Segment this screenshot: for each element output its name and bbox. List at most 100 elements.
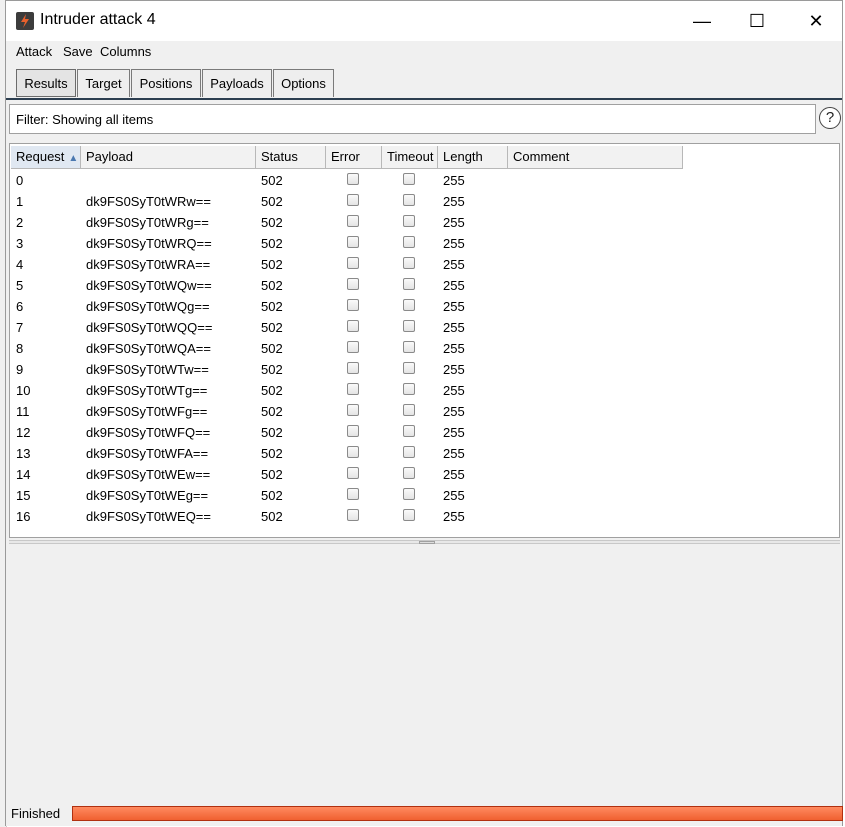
cell-payload: dk9FS0SyT0tWQQ== bbox=[86, 320, 213, 335]
table-row[interactable]: 1 dk9FS0SyT0tWRw== 502 255 bbox=[11, 191, 683, 212]
error-checkbox bbox=[347, 341, 359, 353]
error-checkbox bbox=[347, 257, 359, 269]
maximize-button[interactable]: ☐ bbox=[735, 9, 779, 33]
cell-payload: dk9FS0SyT0tWRQ== bbox=[86, 236, 212, 251]
cell-status: 502 bbox=[261, 341, 283, 356]
cell-payload: dk9FS0SyT0tWQw== bbox=[86, 278, 212, 293]
table-row[interactable]: 16 dk9FS0SyT0tWEQ== 502 255 bbox=[11, 506, 683, 527]
cell-status: 502 bbox=[261, 467, 283, 482]
table-row[interactable]: 6 dk9FS0SyT0tWQg== 502 255 bbox=[11, 296, 683, 317]
cell-status: 502 bbox=[261, 425, 283, 440]
error-checkbox bbox=[347, 467, 359, 479]
column-header-status[interactable]: Status bbox=[256, 146, 326, 169]
cell-payload: dk9FS0SyT0tWFA== bbox=[86, 446, 209, 461]
cell-status: 502 bbox=[261, 446, 283, 461]
cell-payload: dk9FS0SyT0tWEw== bbox=[86, 467, 211, 482]
table-row[interactable]: 11 dk9FS0SyT0tWFg== 502 255 bbox=[11, 401, 683, 422]
table-row[interactable]: 2 dk9FS0SyT0tWRg== 502 255 bbox=[11, 212, 683, 233]
timeout-checkbox bbox=[403, 404, 415, 416]
cell-status: 502 bbox=[261, 362, 283, 377]
tab-options[interactable]: Options bbox=[273, 69, 334, 97]
split-pane-divider[interactable] bbox=[9, 540, 840, 544]
error-checkbox bbox=[347, 425, 359, 437]
table-row[interactable]: 3 dk9FS0SyT0tWRQ== 502 255 bbox=[11, 233, 683, 254]
timeout-checkbox bbox=[403, 257, 415, 269]
table-row[interactable]: 12 dk9FS0SyT0tWFQ== 502 255 bbox=[11, 422, 683, 443]
cell-status: 502 bbox=[261, 278, 283, 293]
error-checkbox bbox=[347, 404, 359, 416]
cell-request: 12 bbox=[16, 425, 31, 440]
column-header-request[interactable]: Request ▲ bbox=[11, 146, 81, 169]
cell-payload: dk9FS0SyT0tWEQ== bbox=[86, 509, 211, 524]
cell-length: 255 bbox=[443, 362, 465, 377]
tab-target[interactable]: Target bbox=[77, 69, 130, 97]
cell-payload: dk9FS0SyT0tWRg== bbox=[86, 215, 209, 230]
timeout-checkbox bbox=[403, 488, 415, 500]
cell-status: 502 bbox=[261, 215, 283, 230]
cell-request: 2 bbox=[16, 215, 24, 230]
cell-status: 502 bbox=[261, 173, 283, 188]
cell-request: 9 bbox=[16, 362, 24, 377]
timeout-checkbox bbox=[403, 383, 415, 395]
cell-length: 255 bbox=[443, 257, 465, 272]
cell-request: 3 bbox=[16, 236, 24, 251]
timeout-checkbox bbox=[403, 362, 415, 374]
column-header-payload[interactable]: Payload bbox=[81, 146, 256, 169]
cell-request: 7 bbox=[16, 320, 24, 335]
menu-attack[interactable]: Attack bbox=[16, 44, 52, 59]
error-checkbox bbox=[347, 488, 359, 500]
table-row[interactable]: 5 dk9FS0SyT0tWQw== 502 255 bbox=[11, 275, 683, 296]
table-row[interactable]: 13 dk9FS0SyT0tWFA== 502 255 bbox=[11, 443, 683, 464]
filter-bar[interactable]: Filter: Showing all items bbox=[9, 104, 816, 134]
cell-status: 502 bbox=[261, 236, 283, 251]
cell-request: 11 bbox=[16, 404, 30, 419]
timeout-checkbox bbox=[403, 299, 415, 311]
tab-payloads[interactable]: Payloads bbox=[202, 69, 272, 97]
error-checkbox bbox=[347, 278, 359, 290]
cell-request: 5 bbox=[16, 278, 24, 293]
cell-length: 255 bbox=[443, 194, 465, 209]
cell-length: 255 bbox=[443, 215, 465, 230]
progress-fill bbox=[73, 807, 842, 820]
table-row[interactable]: 0 502 255 bbox=[11, 170, 683, 191]
menu-bar: Attack Save Columns bbox=[6, 41, 842, 64]
tab-results[interactable]: Results bbox=[16, 69, 76, 97]
table-row[interactable]: 4 dk9FS0SyT0tWRA== 502 255 bbox=[11, 254, 683, 275]
column-header-comment[interactable]: Comment bbox=[508, 146, 683, 169]
cell-payload: dk9FS0SyT0tWRA== bbox=[86, 257, 211, 272]
cell-length: 255 bbox=[443, 236, 465, 251]
table-row[interactable]: 9 dk9FS0SyT0tWTw== 502 255 bbox=[11, 359, 683, 380]
cell-payload: dk9FS0SyT0tWQA== bbox=[86, 341, 211, 356]
error-checkbox bbox=[347, 299, 359, 311]
cell-length: 255 bbox=[443, 383, 465, 398]
table-row[interactable]: 15 dk9FS0SyT0tWEg== 502 255 bbox=[11, 485, 683, 506]
cell-payload: dk9FS0SyT0tWFg== bbox=[86, 404, 208, 419]
table-row[interactable]: 14 dk9FS0SyT0tWEw== 502 255 bbox=[11, 464, 683, 485]
column-header-error[interactable]: Error bbox=[326, 146, 382, 169]
column-header-request-label: Request bbox=[16, 149, 65, 164]
divider-grip-icon[interactable] bbox=[419, 541, 435, 544]
table-row[interactable]: 10 dk9FS0SyT0tWTg== 502 255 bbox=[11, 380, 683, 401]
cell-request: 1 bbox=[16, 194, 24, 209]
status-label: Finished bbox=[11, 806, 61, 821]
tab-positions[interactable]: Positions bbox=[131, 69, 201, 97]
title-bar: Intruder attack 4 — ☐ ✕ bbox=[6, 1, 842, 41]
cell-length: 255 bbox=[443, 467, 465, 482]
column-header-length[interactable]: Length bbox=[438, 146, 508, 169]
column-header-timeout[interactable]: Timeout bbox=[382, 146, 438, 169]
help-icon[interactable]: ? bbox=[819, 107, 841, 129]
error-checkbox bbox=[347, 446, 359, 458]
menu-columns[interactable]: Columns bbox=[100, 44, 151, 59]
table-row[interactable]: 7 dk9FS0SyT0tWQQ== 502 255 bbox=[11, 317, 683, 338]
cell-status: 502 bbox=[261, 383, 283, 398]
cell-length: 255 bbox=[443, 404, 465, 419]
error-checkbox bbox=[347, 194, 359, 206]
timeout-checkbox bbox=[403, 236, 415, 248]
cell-request: 0 bbox=[16, 173, 24, 188]
sort-ascending-icon: ▲ bbox=[68, 153, 79, 164]
close-button[interactable]: ✕ bbox=[794, 9, 838, 33]
minimize-button[interactable]: — bbox=[680, 9, 724, 33]
table-row[interactable]: 8 dk9FS0SyT0tWQA== 502 255 bbox=[11, 338, 683, 359]
cell-payload: dk9FS0SyT0tWTw== bbox=[86, 362, 209, 377]
menu-save[interactable]: Save bbox=[63, 44, 93, 59]
